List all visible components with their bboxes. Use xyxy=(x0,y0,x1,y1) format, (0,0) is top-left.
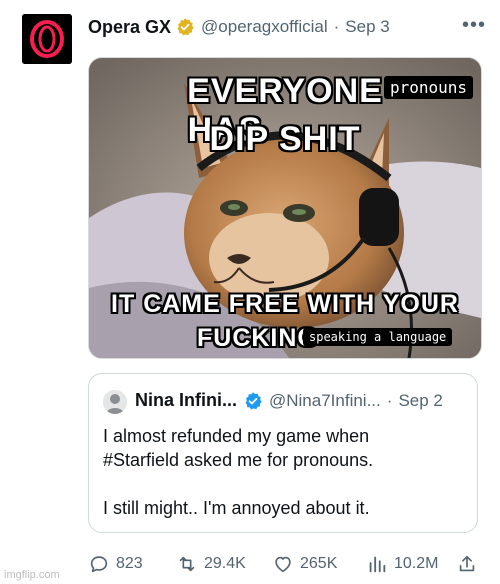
quoted-author-handle[interactable]: @Nina7Infini... xyxy=(269,391,381,411)
meme-bottom-line-1: IT CAME FREE WITH YOUR xyxy=(111,290,459,318)
quoted-tweet-text: I almost refunded my game when #Starfiel… xyxy=(103,424,373,520)
reply-count: 823 xyxy=(116,555,143,572)
author-avatar[interactable] xyxy=(22,14,72,64)
person-avatar-icon xyxy=(103,390,127,414)
reply-icon xyxy=(90,556,108,573)
views-count: 10.2M xyxy=(394,555,439,572)
quoted-text-line-2: #Starfield asked me for pronouns. xyxy=(103,450,374,470)
imgflip-watermark: imgflip.com xyxy=(4,569,60,581)
tweet-header: Opera GX @operagxofficial · Sep 3 ••• xyxy=(88,14,486,40)
views-chart-icon xyxy=(369,556,386,573)
tweet-date[interactable]: Sep 3 xyxy=(345,17,389,37)
author-name[interactable]: Opera GX xyxy=(88,17,171,38)
share-icon xyxy=(459,555,475,572)
retweet-icon xyxy=(179,556,195,572)
tweet-action-bar: 823 29.4K 265K 10.2M xyxy=(88,553,480,577)
quoted-tweet-date[interactable]: Sep 2 xyxy=(398,391,442,411)
quoted-tweet-header: Nina Infini... @Nina7Infini... · Sep 2 xyxy=(135,390,443,411)
more-options-icon[interactable]: ••• xyxy=(462,14,486,37)
quoted-author-avatar[interactable] xyxy=(103,390,127,414)
meme-censor-bottom: speaking a language xyxy=(303,328,453,346)
retweet-count: 29.4K xyxy=(204,555,246,572)
meme-top-line-2: DIP SHIT xyxy=(209,120,361,158)
heart-icon xyxy=(275,556,291,573)
meme-censor-top: pronouns xyxy=(383,76,473,99)
like-button[interactable]: 265K xyxy=(272,553,337,575)
retweet-button[interactable]: 29.4K xyxy=(176,553,246,575)
like-count: 265K xyxy=(300,555,338,572)
separator-dot: · xyxy=(386,390,393,410)
quoted-author-name[interactable]: Nina Infini... xyxy=(135,390,237,411)
quoted-tweet[interactable]: Nina Infini... @Nina7Infini... · Sep 2 I… xyxy=(88,373,478,533)
separator-dot: · xyxy=(333,17,340,36)
verified-badge-icon xyxy=(245,391,262,409)
tweet-media-image[interactable]: EVERYONE HAS pronouns DIP SHIT IT CAME F… xyxy=(88,57,482,359)
reply-button[interactable]: 823 xyxy=(88,553,143,575)
quoted-text-line-1: I almost refunded my game when xyxy=(103,426,370,446)
share-button[interactable] xyxy=(456,553,484,575)
meme-bottom-line-2: FUCKING xyxy=(197,324,318,353)
views-button[interactable]: 10.2M xyxy=(366,553,438,575)
verified-badge-icon xyxy=(177,18,194,36)
quoted-text-line-3: I still might.. I'm annoyed about it. xyxy=(103,498,370,518)
author-handle[interactable]: @operagxofficial xyxy=(201,17,328,37)
meme-bottom-word: FUCKING xyxy=(197,324,318,352)
opera-logo-icon xyxy=(22,14,72,64)
